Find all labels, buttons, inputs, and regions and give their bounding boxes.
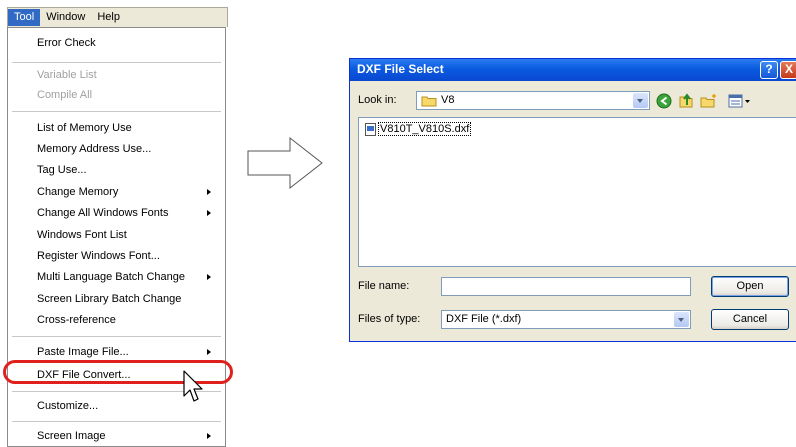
mouse-cursor-icon [183, 370, 203, 402]
file-list[interactable]: V810T_V810S.dxf [358, 117, 796, 267]
new-folder-icon[interactable] [700, 93, 718, 109]
menubar-help[interactable]: Help [91, 9, 126, 26]
dialog-titlebar[interactable]: DXF File Select ? X [350, 59, 796, 81]
dxf-file-icon [365, 122, 376, 136]
submenu-arrow-icon [207, 433, 211, 439]
menu-bar: Tool Window Help [7, 7, 228, 27]
arrow-right-icon [247, 136, 323, 190]
files-of-type-value: DXF File (*.dxf) [446, 313, 522, 325]
menu-item-change-memory[interactable]: Change Memory [8, 182, 225, 202]
menu-item-multi-language-batch-change[interactable]: Multi Language Batch Change [8, 267, 225, 287]
menu-item-label: Change Memory [37, 186, 119, 198]
chevron-down-icon[interactable] [674, 312, 689, 327]
menu-item-label: Paste Image File... [37, 346, 129, 358]
menu-item-cross-reference[interactable]: Cross-reference [8, 310, 225, 330]
dialog-title: DXF File Select [357, 62, 444, 76]
file-name-label: File name: [358, 280, 410, 292]
file-item[interactable]: V810T_V810S.dxf [365, 122, 472, 136]
menu-item-label: Screen Image [37, 430, 106, 442]
look-in-dropdown[interactable]: V8 [416, 91, 650, 110]
file-name-input[interactable] [441, 277, 691, 296]
open-button[interactable]: Open [711, 276, 789, 297]
menu-item-label: Change All Windows Fonts [37, 207, 169, 219]
menu-item-tag-use[interactable]: Tag Use... [8, 160, 225, 180]
submenu-arrow-icon [207, 210, 211, 216]
menu-separator [12, 421, 221, 422]
close-button[interactable]: X [780, 61, 796, 79]
menubar-window[interactable]: Window [40, 9, 91, 26]
submenu-arrow-icon [207, 274, 211, 280]
menubar-tool[interactable]: Tool [8, 9, 41, 26]
menu-item-register-windows-font[interactable]: Register Windows Font... [8, 246, 225, 266]
cancel-button[interactable]: Cancel [711, 309, 789, 330]
menu-item-screen-library-batch-change[interactable]: Screen Library Batch Change [8, 289, 225, 309]
look-in-label: Look in: [358, 94, 397, 106]
help-button[interactable]: ? [760, 61, 778, 79]
menu-item-list-of-memory-use[interactable]: List of Memory Use [8, 118, 225, 138]
menu-item-compile-all: Compile All [37, 89, 93, 101]
files-of-type-label: Files of type: [358, 313, 421, 325]
menu-item-paste-image-file[interactable]: Paste Image File... [8, 342, 225, 362]
folder-icon [421, 96, 437, 107]
dxf-file-select-dialog: DXF File Select ? X Look in: V8 V810T_V8… [349, 58, 796, 342]
look-in-value: V8 [441, 94, 455, 106]
menu-item-label: Multi Language Batch Change [37, 271, 185, 283]
menu-item-screen-image[interactable]: Screen Image [8, 426, 225, 446]
menu-item-change-all-windows-fonts[interactable]: Change All Windows Fonts [8, 203, 225, 223]
menu-item-variable-list: Variable List [37, 69, 97, 81]
menu-item-memory-address-use[interactable]: Memory Address Use... [8, 139, 225, 159]
submenu-arrow-icon [207, 189, 211, 195]
chevron-down-icon[interactable] [633, 93, 648, 108]
file-name: V810T_V810S.dxf [378, 122, 472, 136]
back-icon[interactable] [656, 93, 672, 109]
menu-separator [12, 336, 221, 337]
submenu-arrow-icon [207, 349, 211, 355]
view-menu-icon[interactable] [728, 93, 754, 109]
menu-item-windows-font-list[interactable]: Windows Font List [8, 225, 225, 245]
menu-item-error-check[interactable]: Error Check [8, 33, 225, 53]
menu-separator [12, 62, 221, 63]
files-of-type-dropdown[interactable]: DXF File (*.dxf) [441, 310, 691, 329]
menu-separator [12, 111, 221, 112]
up-folder-icon[interactable] [678, 93, 694, 109]
